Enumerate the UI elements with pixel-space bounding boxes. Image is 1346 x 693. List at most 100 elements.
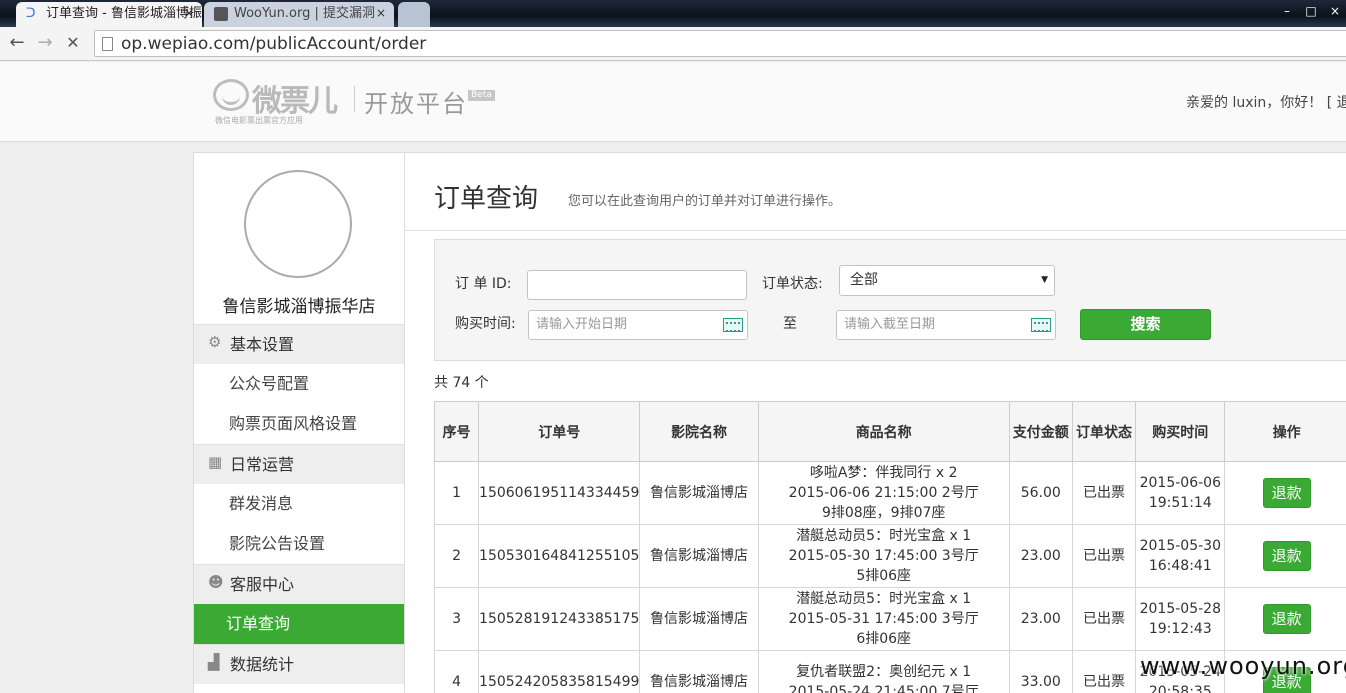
new-tab-button[interactable] [398, 2, 430, 27]
total-count: 共 74 个 [434, 375, 489, 391]
refund-button[interactable]: 退款 [1262, 478, 1311, 508]
search-button[interactable]: 搜索 [1080, 309, 1211, 340]
title-divider [405, 230, 1346, 231]
table-row: 1 150606195114334459 鲁信影城淄博店 哆啦A梦：伴我同行 x 2 … [433, 461, 1346, 525]
chart-icon: ▟ [208, 653, 220, 671]
sidebar-group-basic-settings[interactable]: ⚙ 基本设置 [194, 324, 404, 364]
order-status-label: 订单状态: [762, 276, 823, 292]
sidebar-group-daily-ops[interactable]: ▦ 日常运营 [194, 444, 404, 484]
purchase-time-cell: 2015-05-28 19:12:43 [1135, 587, 1226, 651]
sidebar-group-label: 基本设置 [230, 335, 295, 354]
refund-button[interactable]: 退款 [1262, 541, 1311, 571]
calendar-icon[interactable] [1031, 318, 1051, 332]
column-header: 操作 [1224, 401, 1346, 462]
stop-loading-icon[interactable]: ✕ [62, 32, 84, 54]
date-range-to-label: 至 [783, 316, 797, 332]
sidebar-group-statistics[interactable]: ▟ 数据统计 [194, 644, 404, 684]
column-header: 影院名称 [639, 401, 759, 462]
gear-icon: ⚙ [208, 333, 222, 351]
store-name: 鲁信影城淄博振华店 [222, 297, 376, 317]
goods-name-cell: 潜艇总动员5：时光宝盒 x 1 2015-05-30 17:45:00 3号厅 … [757, 524, 1010, 588]
cinema-name-cell: 鲁信影城淄博店 [639, 524, 759, 588]
refund-button[interactable]: 退款 [1262, 604, 1311, 634]
order-status-cell: 已出票 [1071, 461, 1137, 525]
main-panel: 订单查询 您可以在此查询用户的订单并对订单进行操作。 订 单 ID: 订单状态:… [405, 152, 1346, 693]
payment-amount-cell: 33.00 [1008, 650, 1073, 693]
order-status-cell: 已出票 [1071, 650, 1137, 693]
sidebar-group-customer-service[interactable]: ☻ 客服中心 [194, 564, 404, 604]
sidebar-item-cinema-notice[interactable]: 影院公告设置 [194, 524, 404, 564]
action-cell: 退款 [1224, 524, 1346, 588]
sidebar-item-page-style[interactable]: 购票页面风格设置 [194, 404, 404, 444]
maximize-icon[interactable]: □ [1304, 4, 1318, 18]
sidebar-item-mass-message[interactable]: 群发消息 [194, 484, 404, 524]
table-header-row: 序号 订单号 影院名称 商品名称 支付金额 订单状态 购买时间 操作 [433, 401, 1346, 462]
browser-tab-wooyun[interactable]: WooYun.org | 提交漏洞 × [204, 2, 394, 27]
calendar-icon[interactable] [723, 318, 743, 332]
goods-name-cell: 复仇者联盟2：奥创纪元 x 1 2015-05-24 21:45:00 7号厅 [757, 650, 1010, 693]
page-title: 订单查询 [434, 184, 539, 214]
payment-amount-cell: 56.00 [1008, 461, 1073, 525]
order-id-cell: 150524205835815499 [478, 650, 641, 693]
window-close-icon[interactable]: × [1328, 4, 1342, 18]
user-greeting[interactable]: 亲爱的 luxin，你好！ [ 退出 ] [1186, 92, 1346, 112]
forward-arrow-icon[interactable]: → [34, 32, 56, 54]
cinema-name-cell: 鲁信影城淄博店 [639, 587, 759, 651]
order-id-input[interactable] [527, 270, 747, 300]
address-bar[interactable]: op.wepiao.com/publicAccount/order [94, 30, 1346, 57]
cinema-name-cell: 鲁信影城淄博店 [639, 650, 759, 693]
browser-tab-bar: ᑐ 订单查询 - 鲁信影城淄博振 × WooYun.org | 提交漏洞 × –… [0, 0, 1346, 27]
beta-badge: Beta [468, 90, 495, 101]
watermark: www.wooyun.org [1140, 652, 1346, 680]
column-header: 支付金额 [1008, 401, 1073, 462]
goods-name-cell: 潜艇总动员5：时光宝盒 x 1 2015-05-31 17:45:00 3号厅 … [757, 587, 1010, 651]
purchase-time-label: 购买时间: [455, 316, 516, 332]
page-description: 您可以在此查询用户的订单并对订单进行操作。 [568, 194, 842, 209]
purchase-time-cell: 2015-06-06 19:51:14 [1135, 461, 1226, 525]
order-id-cell: 150530164841255105 [478, 524, 641, 588]
logo-divider [354, 86, 355, 112]
site-header: 微票儿 微信电影票出票官方应用 开放平台 Beta 亲爱的 luxin，你好！ … [0, 62, 1346, 142]
browser-tab-active[interactable]: ᑐ 订单查询 - 鲁信影城淄博振 × [16, 2, 202, 27]
row-number-cell: 4 [433, 650, 480, 693]
wepiao-favicon-icon: ᑐ [26, 6, 36, 21]
wepiao-mascot-icon [213, 79, 249, 111]
back-arrow-icon[interactable]: ← [6, 32, 28, 54]
action-cell: 退款 [1224, 587, 1346, 651]
sidebar: 鲁信影城淄博振华店 ⚙ 基本设置 公众号配置 购票页面风格设置 ▦ 日常运营 群… [193, 152, 405, 693]
tab-close-icon[interactable]: × [376, 2, 386, 25]
column-header: 订单号 [478, 401, 641, 462]
row-number-cell: 2 [433, 524, 480, 588]
start-date-input[interactable]: 请输入开始日期 [528, 310, 748, 340]
orders-table: 序号 订单号 影院名称 商品名称 支付金额 订单状态 购买时间 操作 1 15060619511… [433, 401, 1346, 693]
order-status-cell: 已出票 [1071, 524, 1137, 588]
brand-tagline: 微信电影票出票官方应用 [215, 116, 303, 125]
table-row: 2 150530164841255105 鲁信影城淄博店 潜艇总动员5：时光宝盒 x … [433, 524, 1346, 588]
column-header: 购买时间 [1135, 401, 1226, 462]
user-icon: ☻ [208, 573, 224, 591]
row-number-cell: 3 [433, 587, 480, 651]
grid-icon: ▦ [208, 453, 223, 471]
sidebar-item-order-query[interactable]: 订单查询 [194, 604, 404, 644]
sidebar-item-account-config[interactable]: 公众号配置 [194, 364, 404, 404]
tab-title: 订单查询 - 鲁信影城淄博振 [46, 6, 202, 21]
browser-toolbar: ← → ✕ op.wepiao.com/publicAccount/order [0, 27, 1346, 61]
goods-name-cell: 哆啦A梦：伴我同行 x 2 2015-06-06 21:15:00 2号厅 9排… [757, 461, 1010, 525]
payment-amount-cell: 23.00 [1008, 587, 1073, 651]
order-id-cell: 150528191243385175 [478, 587, 641, 651]
brand-logo-text: 微票儿 [252, 84, 338, 119]
order-status-select[interactable]: 全部 ▼ [839, 265, 1055, 296]
tab-title: WooYun.org | 提交漏洞 [234, 6, 376, 21]
column-header: 订单状态 [1071, 401, 1137, 462]
end-date-input[interactable]: 请输入截至日期 [836, 310, 1056, 340]
sidebar-group-label: 数据统计 [230, 655, 295, 674]
purchase-time-cell: 2015-05-30 16:48:41 [1135, 524, 1226, 588]
tab-close-icon[interactable]: × [184, 2, 194, 25]
url-text: op.wepiao.com/publicAccount/order [121, 34, 427, 54]
minimize-icon[interactable]: – [1280, 4, 1294, 18]
filter-panel: 订 单 ID: 订单状态: 全部 ▼ 购买时间: 请输入开始日期 至 请输入截至… [434, 239, 1346, 361]
order-status-value: 全部 [850, 272, 878, 288]
end-date-placeholder: 请输入截至日期 [844, 317, 936, 332]
sidebar-group-label: 日常运营 [230, 455, 295, 474]
sidebar-group-label: 客服中心 [230, 575, 295, 594]
